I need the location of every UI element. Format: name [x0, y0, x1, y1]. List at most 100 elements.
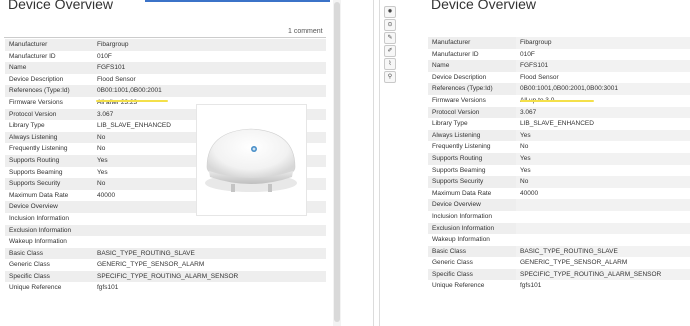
property-row: Specific Class SPECIFIC_TYPE_ROUTING_ALAR… — [428, 268, 690, 281]
property-label: Device Overview — [428, 199, 516, 211]
property-label: Frequently Listening — [428, 141, 516, 153]
property-row: Wakeup Information — [5, 236, 326, 248]
property-value: fgfs101 — [93, 282, 326, 295]
property-label: Supports Routing — [428, 152, 516, 165]
property-value: SPECIFIC_TYPE_ROUTING_ALARM_SENSOR — [516, 268, 690, 281]
property-row: Device Overview — [428, 199, 690, 211]
property-row: Manufacturer Fibargroup — [428, 37, 690, 49]
property-value: Fibargroup — [516, 37, 690, 49]
property-value — [516, 199, 690, 211]
property-label: Firmware Versions — [428, 94, 516, 107]
property-row: Device Description Flood Sensor — [5, 73, 326, 86]
property-row: Name FGFS101 — [428, 60, 690, 72]
property-row: Wakeup Information — [428, 234, 690, 246]
property-label: Basic Class — [5, 247, 93, 260]
property-label: Protocol Version — [5, 108, 93, 121]
property-value: SPECIFIC_TYPE_ROUTING_ALARM_SENSOR — [93, 270, 326, 283]
property-label: Unique Reference — [428, 280, 516, 293]
property-value — [93, 236, 326, 248]
property-label: Unique Reference — [5, 282, 93, 295]
property-row: Inclusion Information — [428, 210, 690, 223]
property-value: GENERIC_TYPE_SENSOR_ALARM — [516, 257, 690, 269]
property-row: Unique Reference fgfs101 — [428, 280, 690, 293]
property-label: Manufacturer ID — [5, 50, 93, 63]
right-properties-table: Manufacturer Fibargroup Manufacturer ID 010… — [428, 37, 690, 293]
property-row: Maximum Data Rate 40000 — [428, 187, 690, 200]
property-row: Manufacturer ID 010F — [428, 48, 690, 61]
property-value — [516, 210, 690, 223]
property-label: Firmware Versions — [5, 96, 93, 109]
property-row: Generic Class GENERIC_TYPE_SENSOR_ALARM — [5, 259, 326, 271]
property-value: 010F — [516, 48, 690, 61]
link-icon[interactable]: ⚲ — [384, 71, 396, 83]
references-highlight — [520, 100, 594, 102]
property-label: Manufacturer — [428, 37, 516, 49]
property-label: Supports Beaming — [5, 166, 93, 179]
property-row: Frequently Listening No — [428, 141, 690, 153]
property-row: Protocol Version 3.067 — [428, 106, 690, 119]
property-row: Specific Class SPECIFIC_TYPE_ROUTING_ALAR… — [5, 270, 326, 283]
property-label: Library Type — [428, 118, 516, 130]
property-label: Maximum Data Rate — [428, 187, 516, 200]
accent-bar — [145, 0, 330, 2]
property-label: Protocol Version — [428, 106, 516, 119]
property-label: Name — [428, 60, 516, 72]
property-label: References (Type:Id) — [428, 83, 516, 95]
property-row: References (Type:Id) 0B00:1001,0B00:2001 — [5, 85, 326, 97]
property-value: BASIC_TYPE_ROUTING_SLAVE — [93, 247, 326, 260]
property-label: Supports Security — [5, 178, 93, 190]
edit-icon[interactable]: ✎ — [384, 32, 396, 44]
property-label: References (Type:Id) — [5, 85, 93, 97]
property-label: Exclusion Information — [428, 222, 516, 235]
property-label: Specific Class — [5, 270, 93, 283]
divider — [4, 37, 326, 38]
property-label: Frequently Listening — [5, 143, 93, 155]
property-row: Device Description Flood Sensor — [428, 71, 690, 84]
property-value: FGFS101 — [516, 60, 690, 72]
property-row: Unique Reference fgfs101 — [5, 282, 326, 295]
property-value: Yes — [516, 164, 690, 177]
property-row: Basic Class BASIC_TYPE_ROUTING_SLAVE — [5, 247, 326, 260]
property-label: Generic Class — [428, 257, 516, 269]
property-label: Device Overview — [5, 201, 93, 213]
references-highlight — [96, 100, 168, 102]
property-label: Wakeup Information — [5, 236, 93, 248]
page-title: Device Overview — [8, 0, 114, 12]
property-label: Supports Beaming — [428, 164, 516, 177]
chart-icon[interactable]: ⌇ — [384, 58, 396, 70]
device-image — [197, 105, 306, 215]
property-value — [93, 224, 326, 237]
property-label: Basic Class — [428, 245, 516, 258]
page-title: Device Overview — [431, 0, 537, 12]
property-row: Name FGFS101 — [5, 62, 326, 74]
property-row: Supports Beaming Yes — [428, 164, 690, 177]
property-row: Basic Class BASIC_TYPE_ROUTING_SLAVE — [428, 245, 690, 258]
property-label: Inclusion Information — [428, 210, 516, 223]
property-value — [516, 234, 690, 246]
property-label: Maximum Data Rate — [5, 189, 93, 202]
property-value: Fibargroup — [93, 39, 326, 51]
comment-count-link[interactable]: 1 comment — [288, 28, 323, 35]
property-label: Always Listening — [5, 131, 93, 144]
property-row: Supports Routing Yes — [428, 152, 690, 165]
target-icon[interactable]: ⊙ — [384, 19, 396, 31]
property-value — [516, 222, 690, 235]
property-row: Manufacturer Fibargroup — [5, 39, 326, 51]
property-value: 40000 — [516, 187, 690, 200]
scrollbar-thumb[interactable] — [334, 2, 340, 322]
property-value: FGFS101 — [93, 62, 326, 74]
property-row: Manufacturer ID 010F — [5, 50, 326, 63]
property-value: LIB_SLAVE_ENHANCED — [516, 118, 690, 130]
property-value: fgfs101 — [516, 280, 690, 293]
property-label: Wakeup Information — [428, 234, 516, 246]
gear-icon[interactable]: ✹ — [384, 6, 396, 18]
pane-divider — [373, 0, 374, 326]
property-value: GENERIC_TYPE_SENSOR_ALARM — [93, 259, 326, 271]
pencil-icon[interactable]: ✐ — [384, 45, 396, 57]
property-value: No — [516, 176, 690, 188]
property-value: Flood Sensor — [516, 71, 690, 84]
property-label: Inclusion Information — [5, 212, 93, 225]
property-value: 3.067 — [516, 106, 690, 119]
property-value: 010F — [93, 50, 326, 63]
property-row: Exclusion Information — [5, 224, 326, 237]
